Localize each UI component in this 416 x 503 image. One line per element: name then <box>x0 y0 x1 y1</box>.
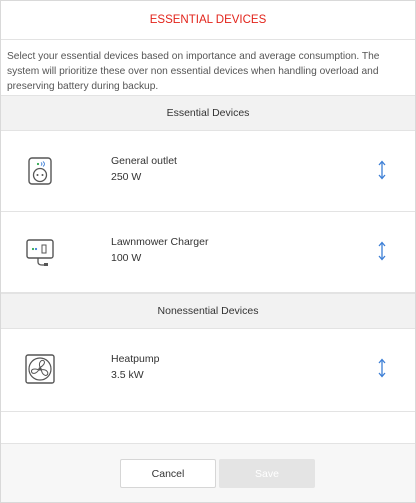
device-row-general-outlet[interactable]: General outlet 250 W <box>1 131 415 212</box>
essential-section-header: Essential Devices <box>1 95 415 131</box>
fan-icon <box>25 354 55 384</box>
reorder-handle-icon[interactable] <box>376 357 388 379</box>
device-row-lawnmower-charger[interactable]: Lawnmower Charger 100 W <box>1 212 415 293</box>
charger-icon <box>26 239 54 266</box>
device-power: 100 W <box>111 252 142 264</box>
reorder-handle-icon[interactable] <box>376 159 388 181</box>
cancel-button[interactable]: Cancel <box>120 459 216 488</box>
device-power: 250 W <box>111 171 142 183</box>
outlet-icon <box>28 157 52 185</box>
device-name: General outlet <box>111 155 177 167</box>
dialog-title: ESSENTIAL DEVICES <box>1 1 415 40</box>
nonessential-section-header: Nonessential Devices <box>1 293 415 329</box>
essential-devices-dialog: ESSENTIAL DEVICES Select your essential … <box>0 0 416 503</box>
device-name: Lawnmower Charger <box>111 236 209 248</box>
device-row-heatpump[interactable]: Heatpump 3.5 kW <box>1 329 415 412</box>
reorder-handle-icon[interactable] <box>376 240 388 262</box>
save-button[interactable]: Save <box>219 459 315 488</box>
dialog-description: Select your essential devices based on i… <box>7 51 380 92</box>
dialog-footer: Cancel Save <box>1 443 415 502</box>
device-name: Heatpump <box>111 353 160 365</box>
device-power: 3.5 kW <box>111 369 144 381</box>
